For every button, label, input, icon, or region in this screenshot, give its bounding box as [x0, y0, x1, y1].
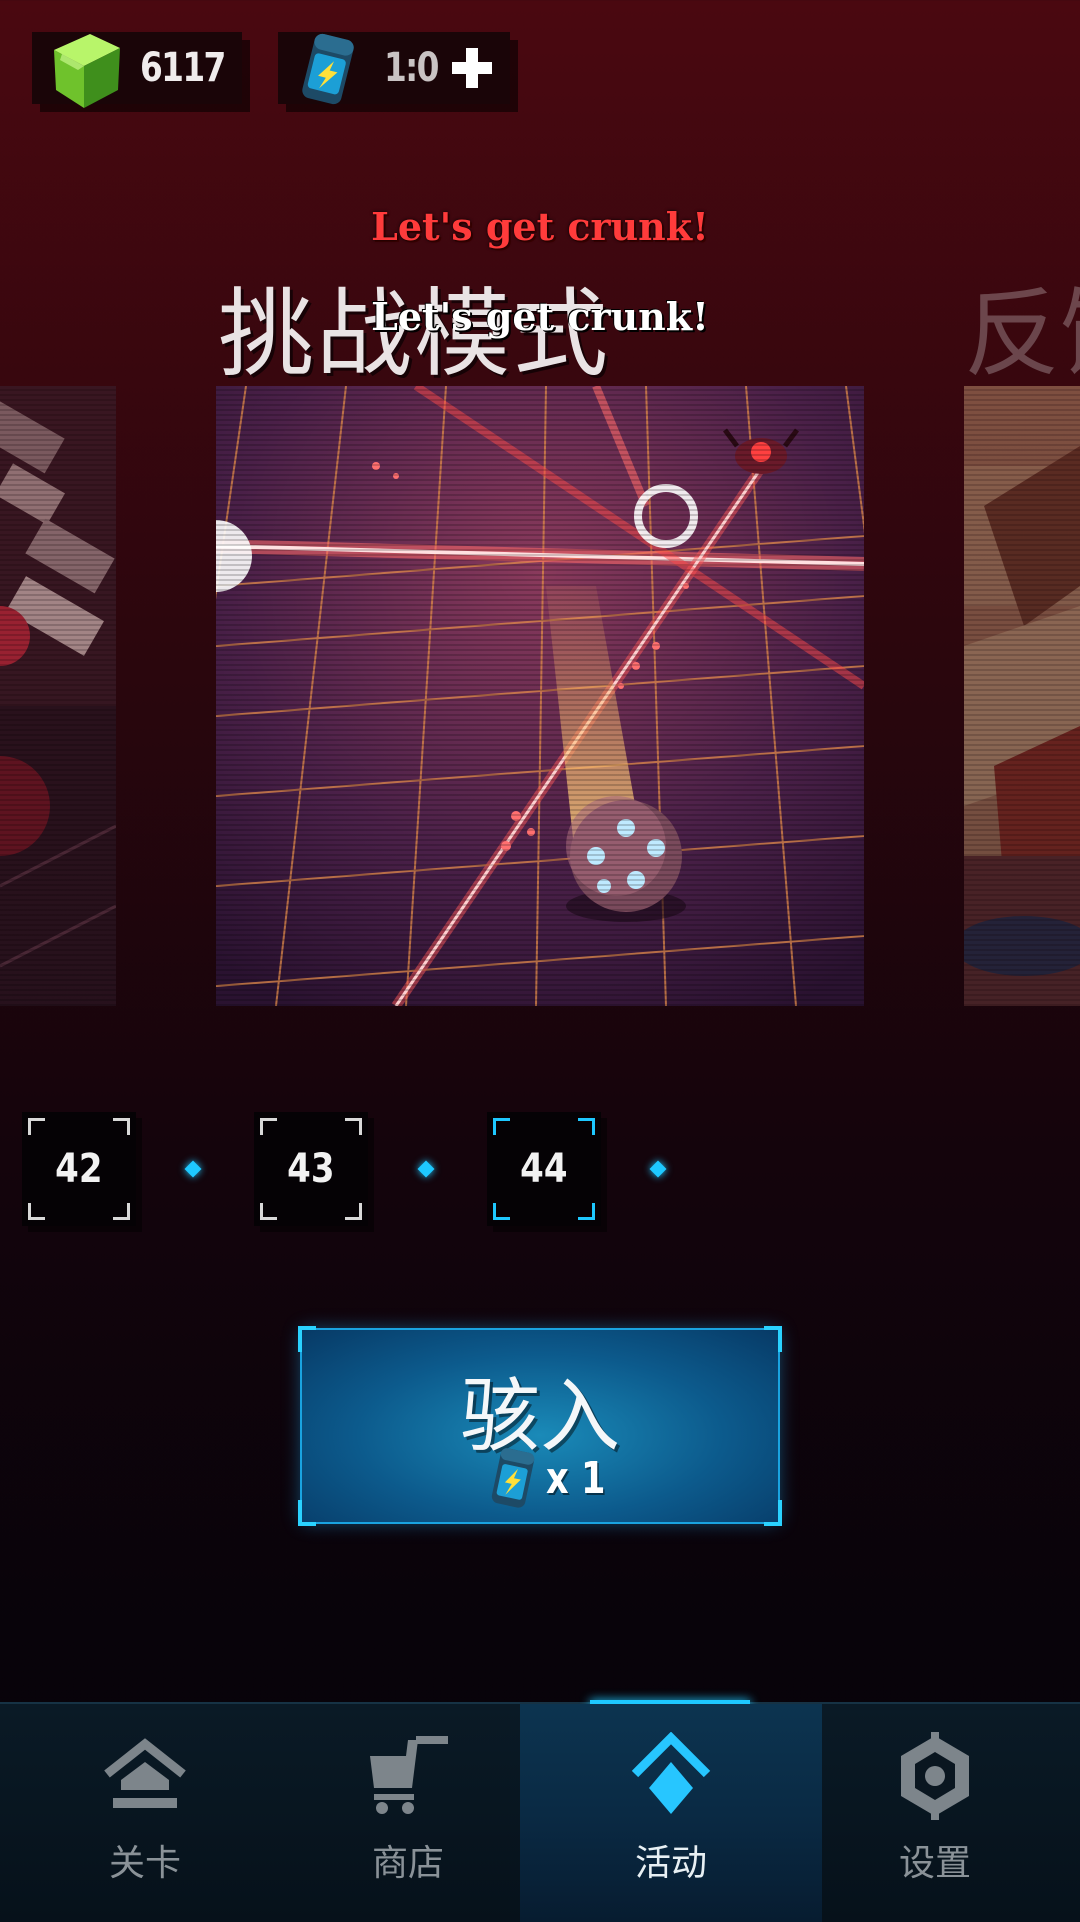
level-node-43[interactable]: 43	[254, 1112, 368, 1226]
energy-canister-icon	[302, 33, 354, 105]
level-connector-dot	[417, 1160, 435, 1178]
hack-in-button[interactable]: 骇入 x 1	[298, 1326, 782, 1526]
previous-mode-art	[0, 386, 116, 1006]
energy-cost: x 1	[488, 1446, 620, 1510]
energy-counter: 1:0	[278, 32, 510, 105]
previous-mode-card[interactable]	[0, 386, 116, 1006]
challenge-mode-card[interactable]	[216, 386, 864, 1006]
nav-tab-events[interactable]: 活动	[520, 1704, 822, 1922]
level-node-42[interactable]: 42	[22, 1112, 136, 1226]
cart-icon	[370, 1736, 448, 1814]
level-number: 42	[55, 1146, 103, 1192]
level-selector: 42 43 44	[0, 1112, 1080, 1226]
bottom-nav: 关卡 商店 活动 设置	[0, 1700, 1080, 1922]
gem-cube-icon	[54, 34, 120, 108]
toast-tagline-white: Let's get crunk!	[371, 294, 709, 339]
nav-tab-settings[interactable]: 设置	[800, 1704, 1070, 1922]
level-number: 43	[287, 1146, 335, 1192]
nav-tab-levels[interactable]: 关卡	[10, 1704, 280, 1922]
toast-tagline-red: Let's get crunk!	[371, 204, 709, 249]
add-energy-button[interactable]	[448, 44, 496, 92]
energy-cost-value: x 1	[546, 1452, 606, 1504]
level-node-44[interactable]: 44	[487, 1112, 601, 1226]
nav-label-levels: 关卡	[108, 1843, 181, 1884]
nav-label-shop: 商店	[371, 1843, 444, 1884]
level-connector-dot	[184, 1160, 202, 1178]
gems-value: 6117	[140, 45, 226, 91]
home-icon	[104, 1738, 186, 1808]
next-mode-card[interactable]	[964, 386, 1080, 1006]
gear-icon	[901, 1732, 969, 1820]
next-mode-art	[964, 386, 1080, 1006]
challenge-mode-art	[216, 386, 864, 1006]
level-number: 44	[520, 1146, 568, 1192]
diamond-chevron-icon	[631, 1732, 711, 1814]
energy-value: 1:0	[384, 45, 439, 91]
energy-canister-icon	[491, 1448, 535, 1508]
nav-tab-shop[interactable]: 商店	[273, 1704, 543, 1922]
gems-counter: 6117	[32, 32, 242, 108]
nav-label-events: 活动	[634, 1843, 707, 1884]
level-connector-dot	[649, 1160, 667, 1178]
nav-label-settings: 设置	[898, 1843, 971, 1884]
